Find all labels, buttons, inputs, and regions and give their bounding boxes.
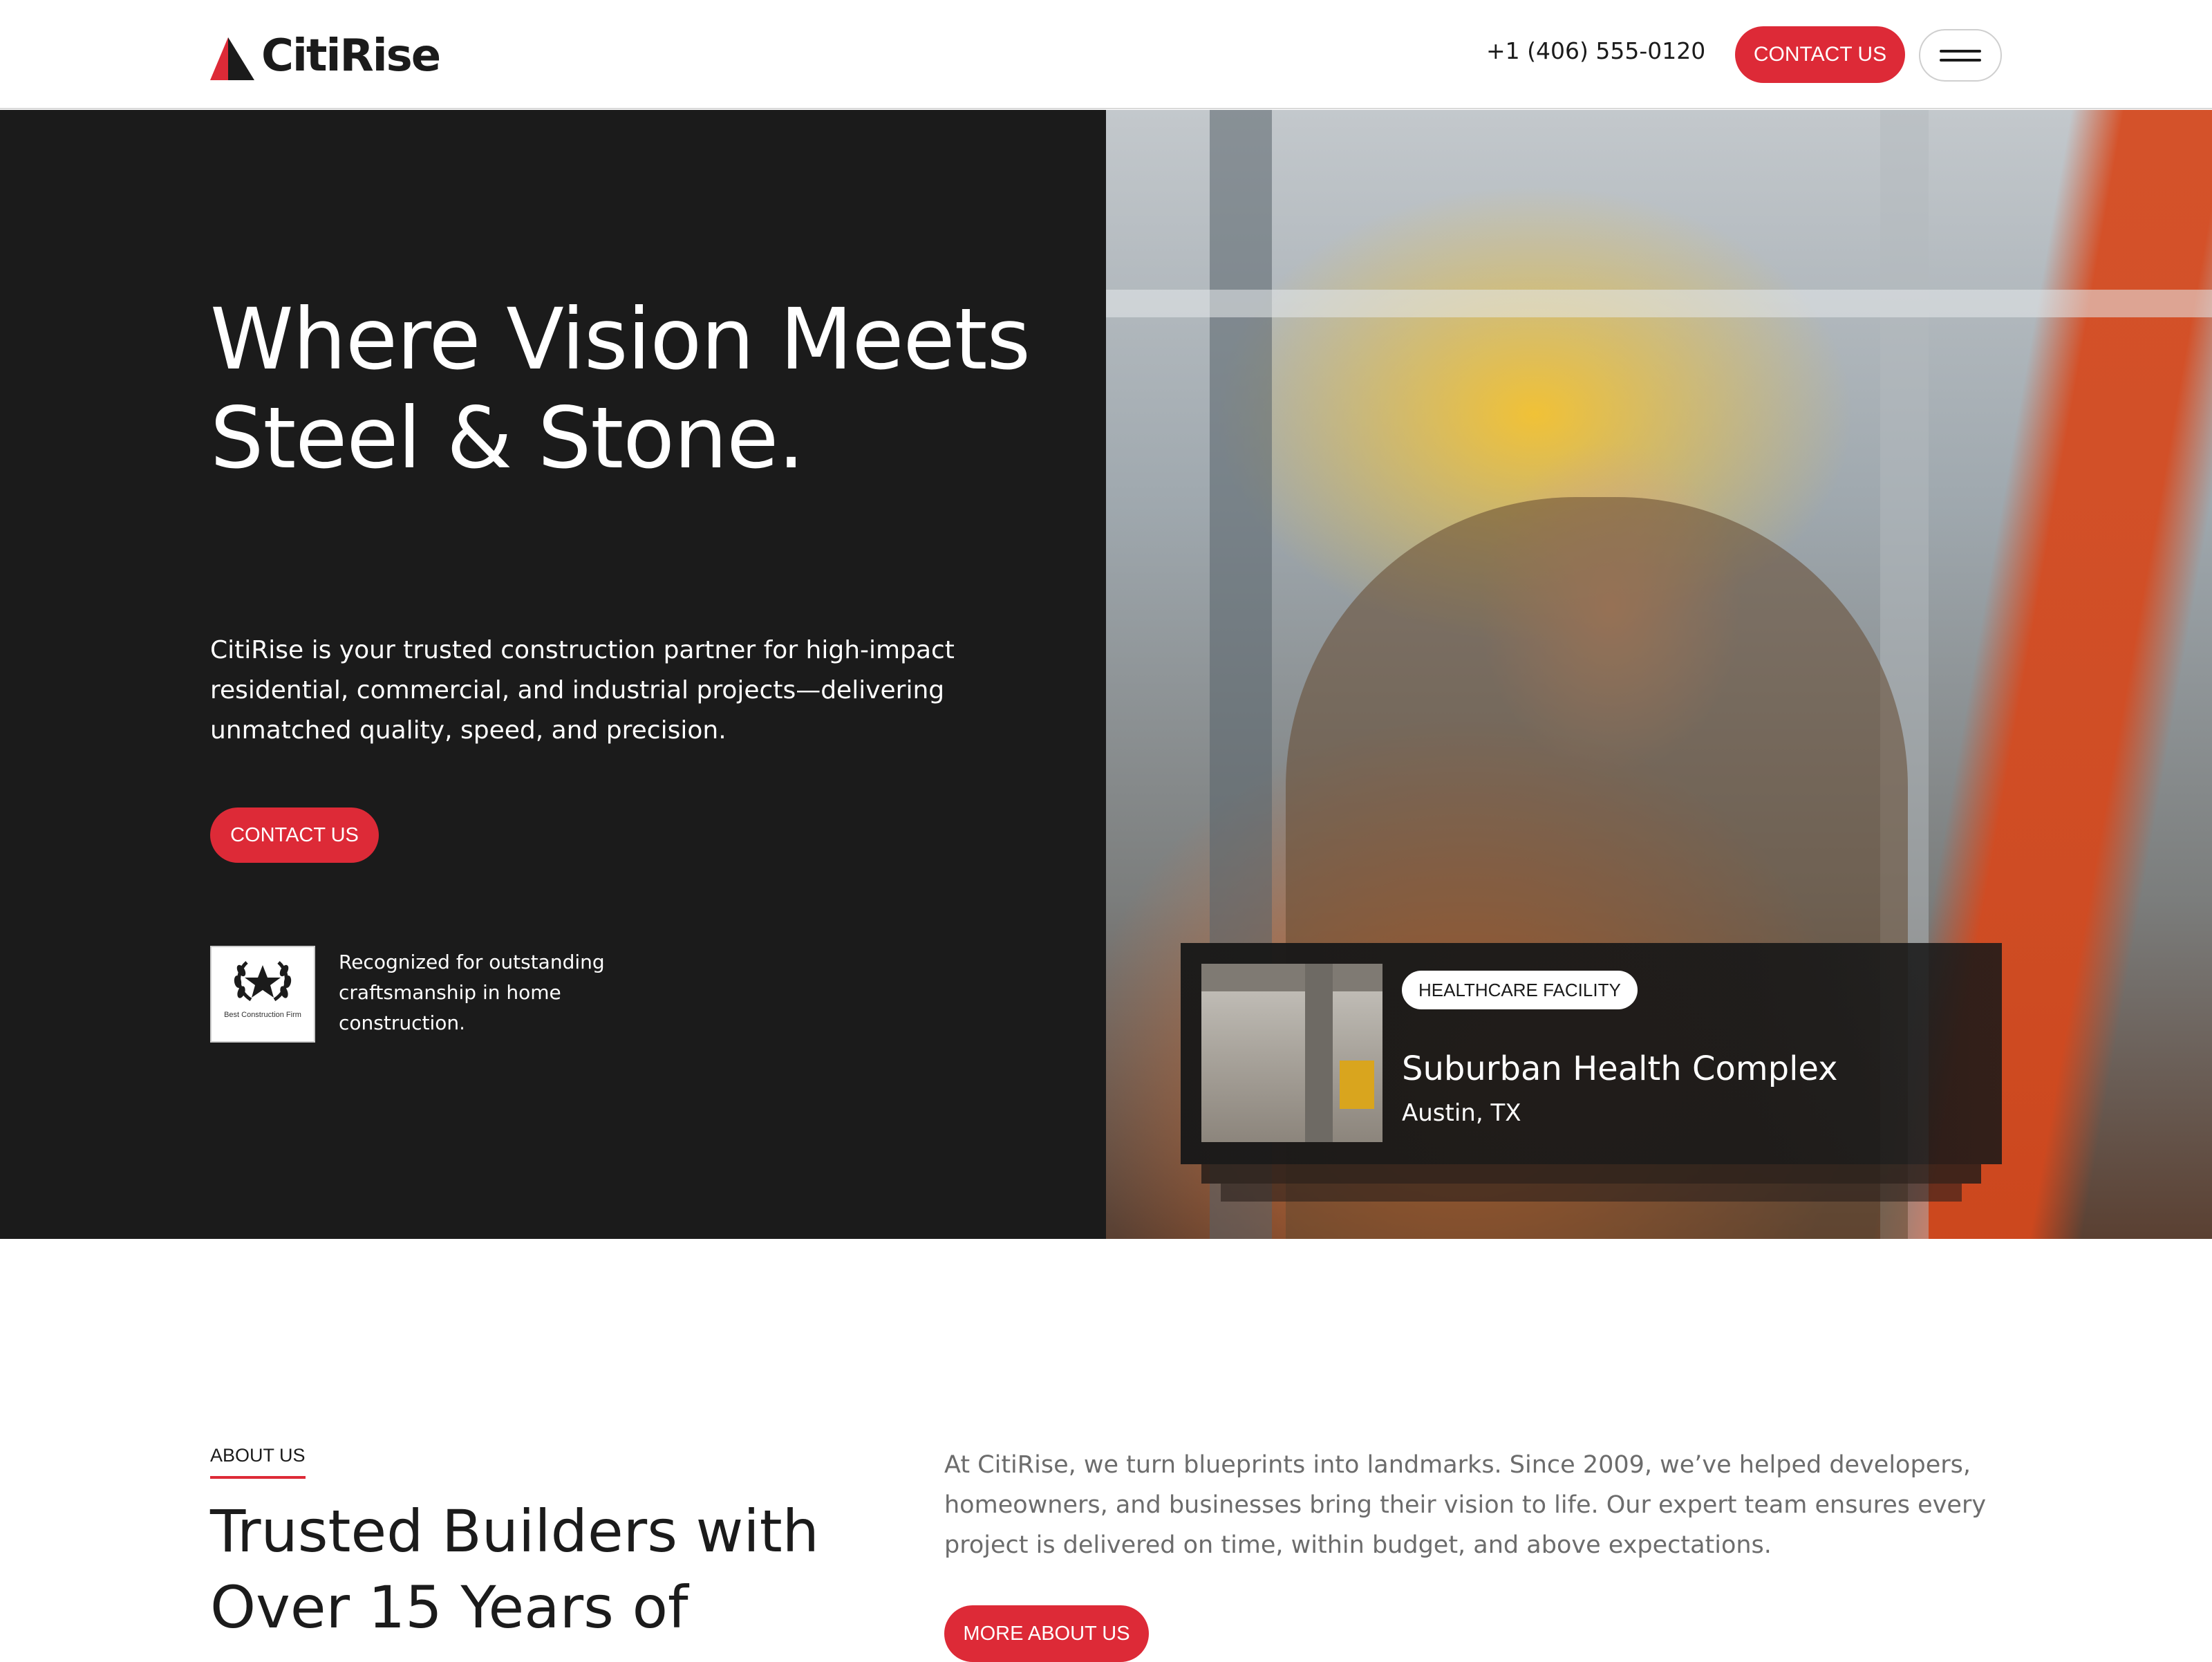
menu-icon-line bbox=[1940, 58, 1981, 62]
logo-mark-icon bbox=[210, 37, 254, 80]
thumbnail-ceiling bbox=[1201, 964, 1382, 991]
featured-project-card[interactable]: HEALTHCARE FACILITY Suburban Health Comp… bbox=[1181, 943, 2002, 1164]
about-description: At CitiRise, we turn blueprints into lan… bbox=[944, 1451, 1987, 1559]
about-title: Trusted Builders with Over 15 Years of bbox=[210, 1497, 819, 1641]
project-thumbnail bbox=[1201, 964, 1382, 1142]
phone-number[interactable]: +1 (406) 555-0120 bbox=[1486, 37, 1705, 64]
about-section-label: ABOUT US bbox=[210, 1445, 306, 1479]
card-stack-layer bbox=[1201, 1164, 1981, 1184]
project-title: Suburban Health Complex bbox=[1402, 1049, 1838, 1088]
laurel-star-icon bbox=[234, 961, 292, 1002]
brand-logo[interactable]: CitiRise bbox=[210, 30, 441, 82]
more-about-button[interactable]: MORE ABOUT US bbox=[944, 1605, 1149, 1662]
menu-button[interactable] bbox=[1919, 29, 2002, 82]
project-category-tag: HEALTHCARE FACILITY bbox=[1402, 971, 1638, 1009]
site-header: CitiRise +1 (406) 555-0120 CONTACT US bbox=[0, 0, 2212, 109]
badge-caption: Best Construction Firm bbox=[224, 1011, 301, 1019]
card-stack-layer-2 bbox=[1221, 1184, 1962, 1202]
hero-contact-button[interactable]: CONTACT US bbox=[210, 807, 379, 863]
project-location: Austin, TX bbox=[1402, 1099, 1521, 1127]
award-badge: Best Construction Firm bbox=[210, 946, 315, 1043]
award-text: Recognized for outstanding craftsmanship… bbox=[339, 951, 605, 1034]
hero-title: Where Vision Meets Steel & Stone. bbox=[210, 290, 1031, 487]
photo-scaffold-bar bbox=[1106, 290, 2212, 317]
thumbnail-column bbox=[1305, 964, 1333, 1142]
header-contact-button[interactable]: CONTACT US bbox=[1735, 26, 1905, 83]
thumbnail-excavator bbox=[1340, 1061, 1374, 1109]
menu-icon bbox=[1940, 49, 1981, 53]
hero-description: CitiRise is your trusted construction pa… bbox=[210, 636, 955, 745]
brand-name: CitiRise bbox=[261, 30, 441, 82]
